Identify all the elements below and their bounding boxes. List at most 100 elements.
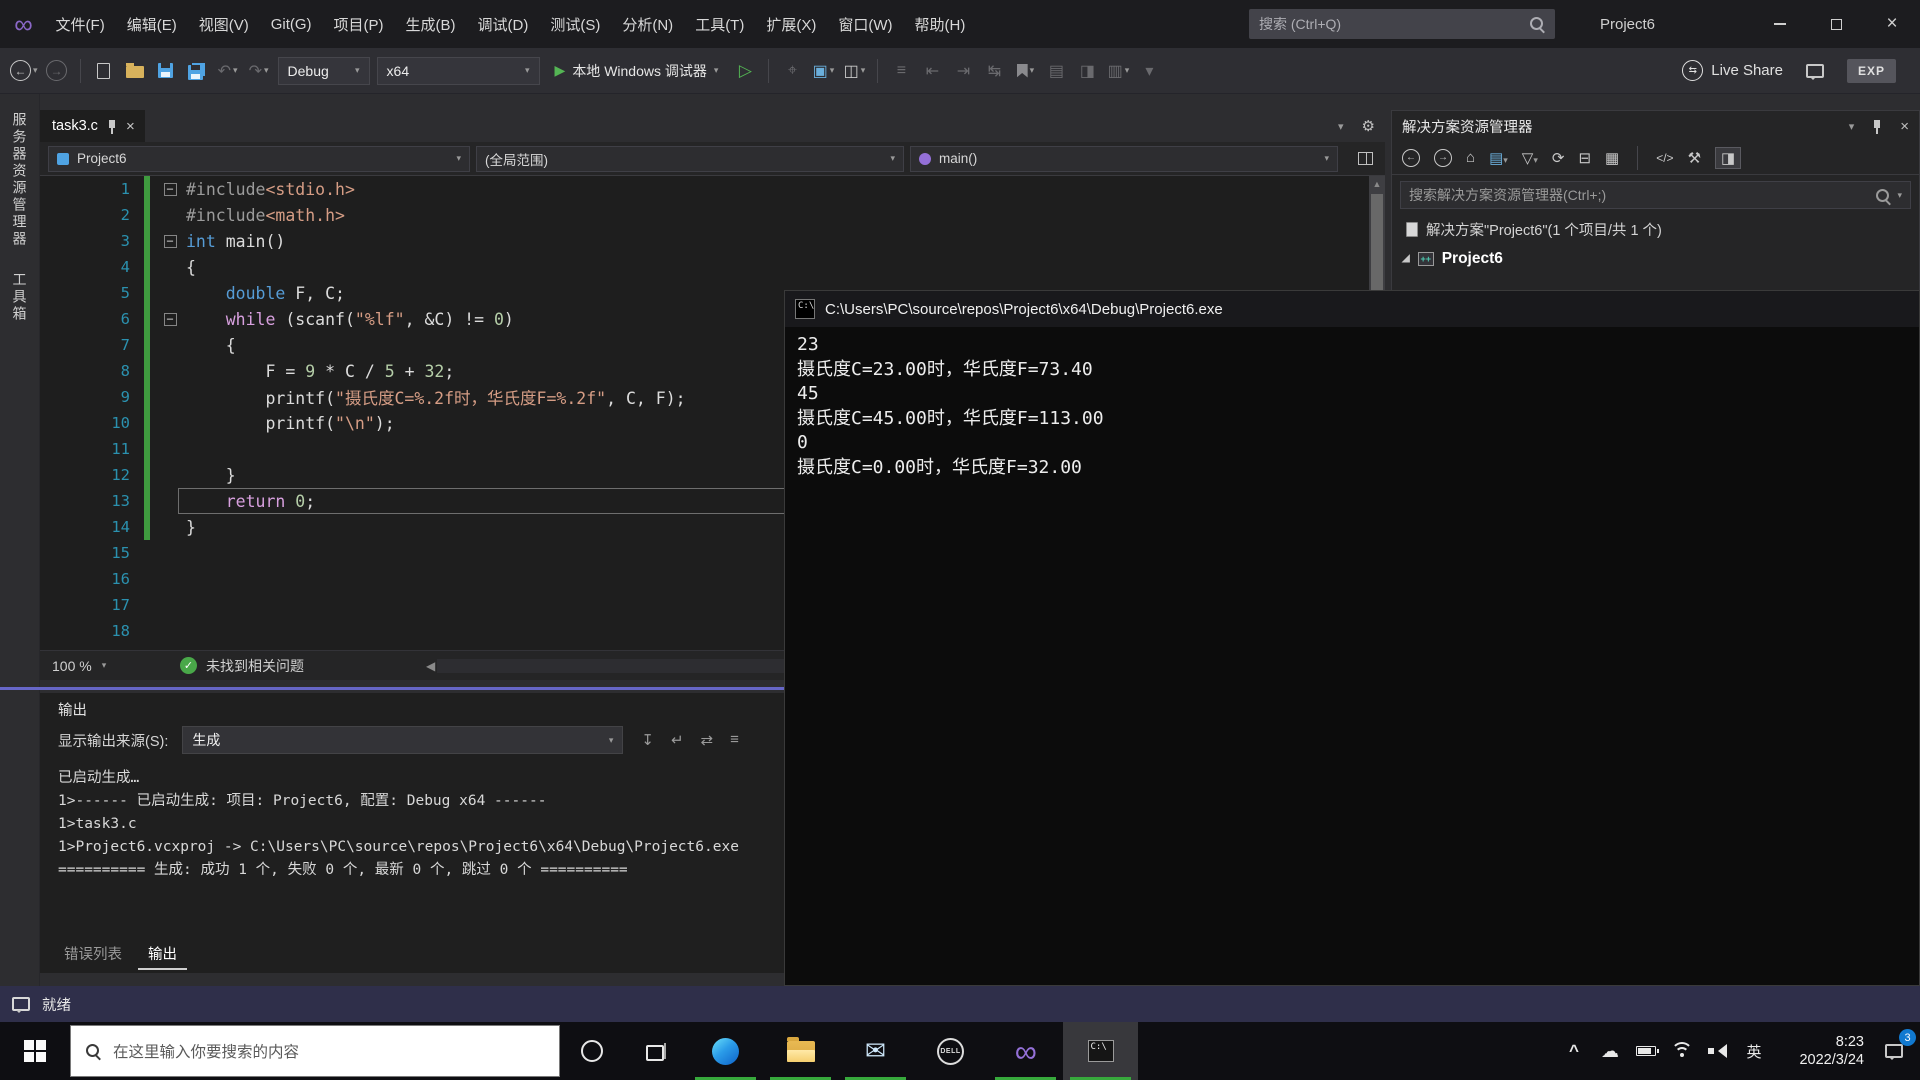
taskbar-dell-button[interactable]: DELL [913,1022,988,1080]
network-icon[interactable] [1664,1022,1700,1080]
refresh-icon[interactable]: ⟳ [1552,149,1565,167]
exp-badge[interactable]: EXP [1847,59,1896,83]
taskbar-file-explorer-button[interactable] [763,1022,838,1080]
console-titlebar[interactable]: C:\ C:\Users\PC\source\repos\Project6\x6… [785,291,1919,327]
fold-collapse-icon[interactable]: − [164,313,177,326]
menu-item[interactable]: 工具(T) [684,0,755,48]
navigate-back-icon[interactable]: ←▾ [10,58,38,84]
minimize-button[interactable] [1752,0,1808,48]
menu-item[interactable]: 生成(B) [395,0,467,48]
preview-selected-items-icon[interactable]: ◨ [1715,147,1741,169]
nav-project-dropdown[interactable]: Project6▾ [48,146,470,172]
quick-search-box[interactable]: 搜索 (Ctrl+Q) [1249,9,1555,39]
feedback-icon[interactable] [1803,58,1827,84]
properties-icon[interactable]: ⚒ [1688,149,1701,167]
split-window-icon[interactable] [1358,152,1373,165]
volume-icon[interactable] [1700,1022,1736,1080]
expander-icon[interactable]: ◢ [1402,253,1410,264]
maximize-button[interactable] [1808,0,1864,48]
indent-decrease-icon[interactable]: ⇤ [920,58,944,84]
switch-views-icon[interactable]: ▤▾ [1489,149,1508,167]
navigate-forward-icon[interactable]: → [45,58,69,84]
cortana-button[interactable] [560,1022,624,1080]
tab-order-icon[interactable]: ↹ [982,58,1006,84]
document-tab-task3[interactable]: task3.c × [40,110,145,142]
word-wrap-icon[interactable]: ↵ [671,731,684,749]
menu-item[interactable]: 调试(D) [467,0,540,48]
git-changes-icon[interactable]: ▣▾ [811,58,835,84]
taskbar-edge-button[interactable] [688,1022,763,1080]
collapse-all-icon[interactable]: ⊟ [1578,149,1591,167]
clock[interactable]: 8:23 2022/3/24 [1772,1033,1868,1069]
hidden-icons-button[interactable]: ^ [1556,1022,1592,1080]
toolbar-overflow-icon[interactable]: ▾ [1137,58,1161,84]
console-output[interactable]: 23摄氏度C=23.00时，华氏度F=73.4045摄氏度C=45.00时，华氏… [785,327,1919,486]
undo-icon[interactable]: ↶▾ [216,58,240,84]
start-button[interactable] [0,1022,70,1080]
taskbar-search-box[interactable]: 在这里输入你要搜索的内容 [70,1025,560,1077]
tool-window-tab[interactable]: 工具箱 [10,268,30,327]
menu-item[interactable]: 编辑(E) [116,0,188,48]
menu-item[interactable]: 窗口(W) [827,0,903,48]
hscroll-left-arrow-icon[interactable]: ◀ [426,659,435,673]
taskbar-visual-studio-button[interactable]: ∞ [988,1022,1063,1080]
pin-icon[interactable] [107,119,117,134]
clear-all-icon[interactable]: ⇄ [701,731,714,749]
menu-item[interactable]: Git(G) [260,0,323,48]
solution-explorer-titlebar[interactable]: 解决方案资源管理器 ▾ × [1392,111,1919,141]
browser-preview-icon[interactable]: ◫▾ [842,58,866,84]
pin-icon[interactable] [1872,119,1882,134]
menu-item[interactable]: 视图(V) [188,0,260,48]
code-line[interactable]: 1−#include<stdio.h> [40,176,1385,202]
search-options-icon[interactable]: ▾ [1897,190,1902,201]
menu-item[interactable]: 测试(S) [539,0,611,48]
tree-item-solution[interactable]: 解决方案"Project6"(1 个项目/共 1 个) [1392,215,1919,244]
battery-icon[interactable] [1628,1022,1664,1080]
active-files-dropdown-icon[interactable]: ▾ [1338,120,1344,133]
scroll-up-arrow-icon[interactable]: ▲ [1369,176,1385,192]
performance-profiler-icon[interactable]: ⌖ [780,58,804,84]
output-source-dropdown[interactable]: 生成▾ [182,726,623,754]
code-line[interactable]: 2#include<math.h> [40,202,1385,228]
taskbar-mail-button[interactable]: ✉ [838,1022,913,1080]
task-view-button[interactable] [624,1022,688,1080]
comment-icon[interactable]: ▤ [1044,58,1068,84]
show-all-files-icon[interactable]: ▦ [1605,149,1619,167]
filter-icon[interactable]: ▽▾ [1522,149,1538,167]
solution-configuration-dropdown[interactable]: Debug▾ [278,57,370,85]
menu-item[interactable]: 帮助(H) [904,0,977,48]
save-all-icon[interactable] [185,58,209,84]
autoscroll-icon[interactable]: ↧ [641,731,654,749]
nav-member-dropdown[interactable]: main()▾ [910,146,1338,172]
panel-splitter[interactable] [0,687,784,690]
menu-item[interactable]: 扩展(X) [755,0,827,48]
solution-platform-dropdown[interactable]: x64▾ [377,57,540,85]
menu-item[interactable]: 文件(F) [45,0,116,48]
solution-explorer-search-box[interactable]: 搜索解决方案资源管理器(Ctrl+;) ▾ [1400,181,1911,209]
output-log[interactable]: 已启动生成…1>------ 已启动生成: 项目: Project6, 配置: … [58,767,776,882]
close-panel-icon[interactable]: ≡ [730,731,739,749]
tool-window-tab[interactable]: 服务器资源管理器 [10,108,30,252]
panel-tab[interactable]: 输出 [138,941,187,970]
menu-item[interactable]: 分析(N) [611,0,684,48]
taskbar-console-button[interactable]: C:\ [1063,1022,1138,1080]
onedrive-icon[interactable]: ☁ [1592,1022,1628,1080]
close-button[interactable]: × [1864,0,1920,48]
home-icon[interactable]: ⌂ [1466,149,1475,166]
code-line[interactable]: 4{ [40,254,1385,280]
start-without-debugging-icon[interactable]: ▷ [733,58,757,84]
se-forward-icon[interactable]: → [1434,149,1452,167]
view-code-icon[interactable]: </> [1656,151,1673,165]
close-icon[interactable]: × [1900,118,1909,135]
se-back-icon[interactable]: ← [1402,149,1420,167]
redo-icon[interactable]: ↷▾ [247,58,271,84]
line-spacing-icon[interactable]: ≡ [889,58,913,84]
new-file-icon[interactable] [92,58,116,84]
fold-collapse-icon[interactable]: − [164,235,177,248]
fold-collapse-icon[interactable]: − [164,183,177,196]
zoom-control[interactable]: 100 %▾ [52,658,136,674]
code-line[interactable]: 3−int main() [40,228,1385,254]
close-tab-icon[interactable]: × [126,119,135,134]
panel-tab[interactable]: 错误列表 [54,941,132,970]
display-options-icon[interactable]: ▥▾ [1106,58,1130,84]
